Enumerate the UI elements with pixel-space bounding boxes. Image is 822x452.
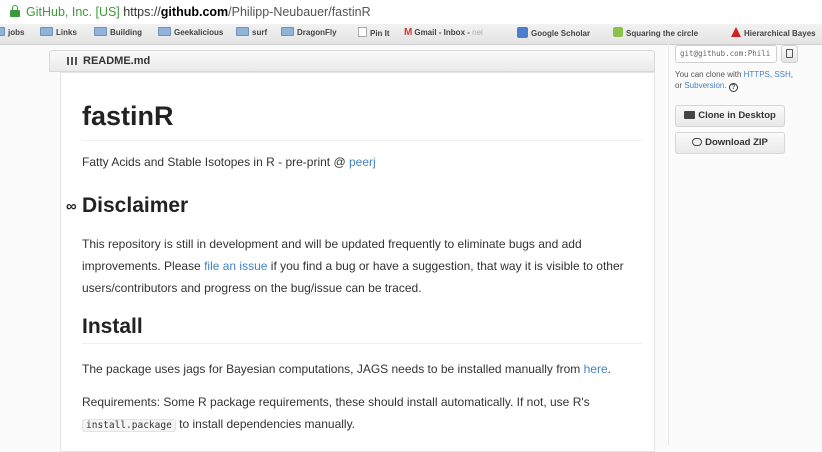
bookmark-jobs[interactable]: jobs: [0, 27, 24, 37]
copy-clone-url-button[interactable]: [781, 45, 798, 63]
readme-filename: README.md: [83, 55, 151, 67]
green-icon: [613, 27, 623, 37]
url-host: github.com: [160, 5, 229, 19]
bookmark-google-scholar[interactable]: Google Scholar: [517, 27, 590, 38]
bookmark-dragonfly[interactable]: DragonFly: [281, 27, 337, 37]
url-text[interactable]: GitHub, Inc. [US] https://github.com/Phi…: [26, 5, 371, 19]
download-cloud-icon: [692, 138, 703, 146]
bookmark-pin-it[interactable]: Pin It: [358, 27, 390, 38]
url-scheme: https://: [123, 5, 161, 19]
bookmark-surf[interactable]: surf: [236, 27, 267, 37]
folder-icon: [0, 27, 5, 36]
bookmark-geekalicious[interactable]: Geekalicious: [158, 27, 223, 37]
monitor-icon: [684, 111, 696, 119]
address-bar[interactable]: GitHub, Inc. [US] https://github.com/Phi…: [0, 0, 822, 25]
gmail-icon: M: [404, 27, 413, 38]
folder-icon: [94, 27, 107, 36]
clone-https-link[interactable]: HTTPS: [744, 70, 770, 79]
clone-url-text: git@github.com:Phili: [680, 49, 771, 58]
clipboard-icon: [786, 49, 793, 58]
clone-ssh-link[interactable]: SSH: [774, 70, 790, 79]
folder-icon: [158, 27, 171, 36]
bookmark-gmail[interactable]: M Gmail - Inbox - nei: [404, 27, 483, 38]
sidebar-divider: [668, 44, 669, 445]
requirements-paragraph: Requirements: Some R package requirement…: [82, 395, 590, 432]
folder-icon: [236, 27, 249, 36]
clone-url-input[interactable]: git@github.com:Phili: [675, 45, 777, 63]
page-icon: [358, 27, 367, 37]
link-anchor-icon[interactable]: ∞: [66, 198, 77, 215]
clone-in-desktop-button[interactable]: Clone in Desktop: [675, 105, 785, 127]
url-path: /Philipp-Neubauer/fastinR: [228, 5, 371, 19]
bookmark-building[interactable]: Building: [94, 27, 142, 37]
jags-here-link[interactable]: here: [584, 362, 608, 376]
tagline: Fatty Acids and Stable Isotopes in R - p…: [82, 155, 376, 169]
divider: [82, 140, 642, 141]
folder-icon: [40, 27, 53, 36]
bookmarks-bar: jobs Links Building Geekalicious surf Dr…: [0, 24, 822, 45]
site-identity[interactable]: GitHub, Inc. [US]: [26, 5, 120, 19]
clone-subversion-link[interactable]: Subversion: [684, 81, 724, 90]
clone-help-text: You can clone with HTTPS, SSH, or Subver…: [675, 70, 794, 92]
disclaimer-heading: Disclaimer: [82, 194, 189, 217]
disclaimer-paragraph: This repository is still in development …: [82, 237, 624, 295]
book-icon: [67, 57, 77, 65]
download-zip-button[interactable]: Download ZIP: [675, 132, 785, 154]
scholar-icon: [517, 27, 528, 38]
folder-icon: [281, 27, 294, 36]
red-icon: [731, 27, 741, 37]
readme-header: README.md: [49, 50, 655, 72]
bookmark-squaring-the-circle[interactable]: Squaring the circle: [613, 27, 698, 38]
bookmark-hierarchical-bayes[interactable]: Hierarchical Bayes: [731, 27, 816, 38]
peerj-link[interactable]: peerj: [349, 155, 376, 169]
lock-icon: [10, 5, 20, 17]
install-heading: Install: [82, 315, 143, 338]
bookmark-links[interactable]: Links: [40, 27, 77, 37]
divider: [82, 343, 642, 344]
file-issue-link[interactable]: file an issue: [204, 259, 267, 273]
help-icon[interactable]: ?: [728, 83, 738, 92]
install-paragraph: The package uses jags for Bayesian compu…: [82, 362, 611, 376]
readme-title: fastinR: [82, 101, 174, 131]
install-package-code: install.package: [82, 419, 176, 432]
